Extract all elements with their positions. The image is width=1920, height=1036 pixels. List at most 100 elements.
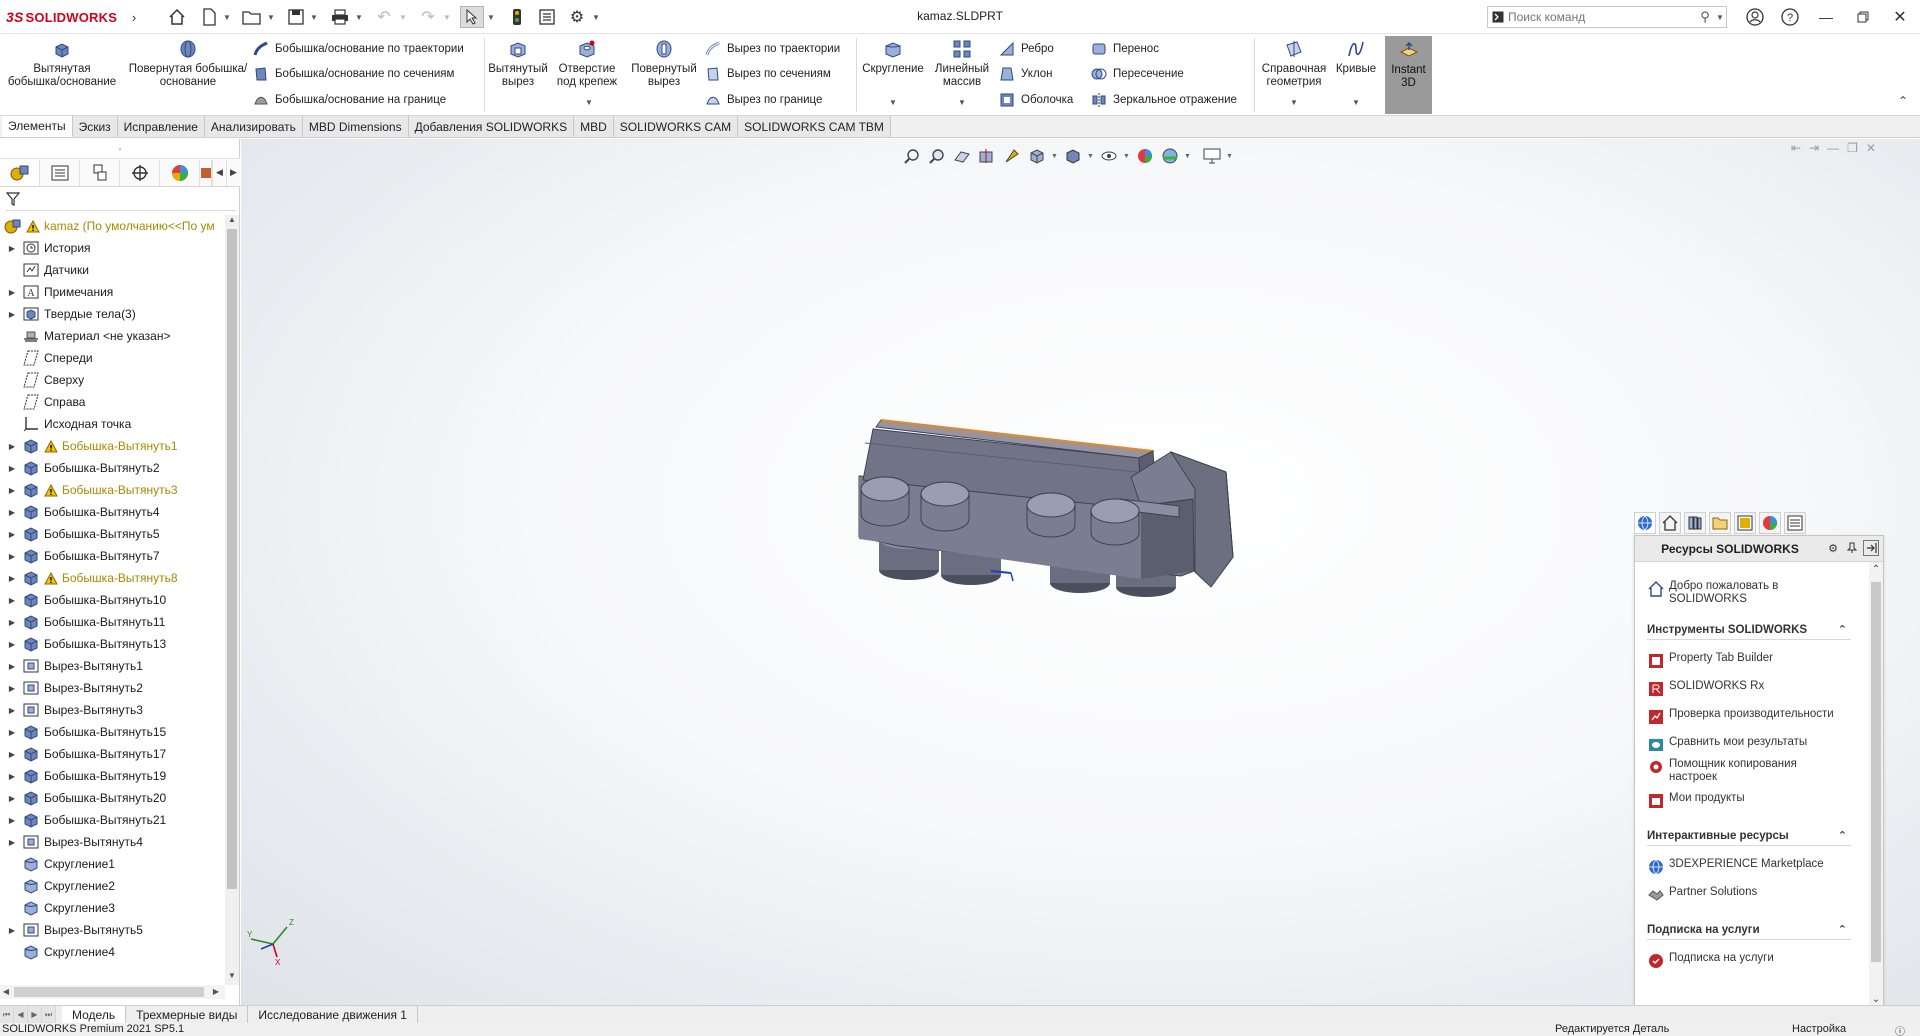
expand-arrow-icon[interactable]: ▶ [6, 794, 18, 803]
tool-link-solidworks-rx[interactable]: SOLIDWORKS Rx [1647, 680, 1764, 698]
task-pane-options-gear-icon[interactable]: ⚙ [1825, 540, 1841, 556]
filter-funnel-icon[interactable] [5, 192, 21, 209]
welcome-link[interactable]: Добро пожаловать в SOLIDWORKS [1647, 580, 1819, 606]
command-search-box[interactable]: ⚲ ▼ [1487, 6, 1727, 28]
tree-item[interactable]: ▶ Бобышка-Вытянуть20 [0, 787, 225, 809]
tree-item[interactable]: ▶ Бобышка-Вытянуть19 [0, 765, 225, 787]
expand-arrow-icon[interactable]: ▶ [6, 288, 18, 297]
undo-icon[interactable]: ↶ [372, 6, 396, 28]
view-settings-dropdown-arrow-icon[interactable]: ▼ [1226, 153, 1234, 160]
property-manager-tab-icon[interactable] [40, 159, 80, 186]
view-settings-monitor-icon[interactable] [1201, 145, 1223, 167]
edit-appearance-icon[interactable] [1134, 145, 1156, 167]
fillet-dropdown-arrow-icon[interactable]: ▼ [889, 98, 897, 107]
tree-item[interactable]: ▶ Вырез-Вытянуть5 [0, 919, 225, 941]
cam-tab-icon[interactable] [200, 159, 212, 186]
tab-repair[interactable]: Исправление [117, 116, 205, 137]
tree-item[interactable]: ▶ Бобышка-Вытянуть17 [0, 743, 225, 765]
command-search-input[interactable] [1508, 8, 1696, 26]
redo-dropdown-arrow-icon[interactable]: ▼ [442, 6, 452, 28]
expand-arrow-icon[interactable]: ▶ [6, 574, 18, 583]
tabs-next-arrow-icon[interactable]: ▶ [28, 1006, 42, 1023]
open-dropdown-arrow-icon[interactable]: ▼ [266, 6, 276, 28]
tree-item[interactable]: Датчики [0, 259, 225, 281]
tree-item[interactable]: Скругление2 [0, 875, 225, 897]
feature-manager-tab-icon[interactable] [0, 159, 40, 186]
expand-arrow-icon[interactable]: ▶ [6, 728, 18, 737]
tree-item[interactable]: ▶ Бобышка-Вытянуть10 [0, 589, 225, 611]
collapse-ribbon-chevron-icon[interactable]: ⌃ [1898, 94, 1908, 108]
appearances-tab-icon[interactable] [1759, 512, 1781, 534]
hole-wizard-dropdown-arrow-icon[interactable]: ▼ [585, 98, 593, 107]
tree-item[interactable]: ▶ Бобышка-Вытянуть2 [0, 457, 225, 479]
custom-properties-tab-icon[interactable] [1784, 512, 1806, 534]
hole-wizard-button[interactable]: Отверстие под крепеж [552, 38, 622, 89]
apply-scene-icon[interactable] [1159, 145, 1181, 167]
dimxpert-manager-tab-icon[interactable] [120, 159, 160, 186]
mirror-button[interactable]: Зеркальное отражение [1090, 90, 1237, 110]
tab-model[interactable]: Модель [62, 1006, 127, 1023]
collapse-chevron-icon[interactable]: ⌃ [1838, 623, 1847, 636]
task-pane-pin-icon[interactable] [1844, 540, 1860, 556]
kamaz-3d-model[interactable] [801, 339, 1281, 759]
task-pane-scrollbar[interactable]: ⌃ ⌄ [1869, 562, 1883, 1012]
redo-icon[interactable]: ↷ [416, 6, 440, 28]
scroll-left-arrow-icon[interactable]: ◀ [0, 985, 12, 999]
tree-filter[interactable] [5, 191, 236, 211]
task-pane-collapse-icon[interactable] [1863, 540, 1879, 556]
curves-button[interactable]: Кривые [1334, 38, 1378, 76]
tree-item[interactable]: Материал <не указан> [0, 325, 225, 347]
expand-arrow-icon[interactable]: ▶ [6, 442, 18, 451]
print-icon[interactable] [328, 6, 352, 28]
tab-evaluate[interactable]: Анализировать [204, 116, 303, 137]
user-account-icon[interactable] [1743, 6, 1767, 28]
tab-solidworks-cam[interactable]: SOLIDWORKS CAM [613, 116, 739, 137]
draft-button[interactable]: Уклон [998, 64, 1053, 84]
scroll-up-chevron-icon[interactable]: ⌃ [1869, 564, 1883, 578]
tree-item[interactable]: ▶ Бобышка-Вытянуть3 [0, 479, 225, 501]
tab-solidworks-cam-tbm[interactable]: SOLIDWORKS CAM TBM [738, 116, 891, 137]
interactive-link-marketplace[interactable]: 3DEXPERIENCE Marketplace [1647, 858, 1824, 876]
boundary-cut-button[interactable]: Вырез по границе [704, 90, 822, 110]
tree-item[interactable]: ▶ Бобышка-Вытянуть7 [0, 545, 225, 567]
tree-item[interactable]: Спереди [0, 347, 225, 369]
extruded-boss-button[interactable]: Вытянутая бобышка/основание [6, 38, 118, 89]
tree-item[interactable]: ▶ История [0, 237, 225, 259]
view-orientation-icon[interactable] [1026, 145, 1048, 167]
tab-motion-study[interactable]: Исследование движения 1 [248, 1006, 418, 1023]
tool-link-property-tab-builder[interactable]: Property Tab Builder [1647, 652, 1773, 670]
expand-arrow-icon[interactable]: ▶ [6, 464, 18, 473]
new-document-icon[interactable] [198, 6, 220, 28]
panel-tabs-right-arrow-icon[interactable]: ▶ [226, 159, 240, 186]
viewport-next-icon[interactable]: ⇥ [1809, 141, 1819, 155]
linear-pattern-dropdown-arrow-icon[interactable]: ▼ [958, 98, 966, 107]
menu-expand-arrow-icon[interactable]: › [128, 6, 140, 28]
search-dropdown-arrow-icon[interactable]: ▼ [1714, 13, 1726, 22]
scroll-up-arrow-icon[interactable]: ▲ [225, 215, 239, 227]
section-header-interactive[interactable]: Интерактивные ресурсы ⌃ [1647, 826, 1851, 846]
tree-item[interactable]: ▶ Бобышка-Вытянуть8 [0, 567, 225, 589]
scrollbar-thumb[interactable] [227, 229, 237, 889]
tree-item[interactable]: ▶ Вырез-Вытянуть4 [0, 831, 225, 853]
section-header-tools[interactable]: Инструменты SOLIDWORKS ⌃ [1647, 620, 1851, 640]
help-icon[interactable]: ? [1778, 6, 1802, 28]
tree-item[interactable]: Исходная точка [0, 413, 225, 435]
viewport-close-icon[interactable]: ✕ [1866, 141, 1876, 155]
tool-link-performance-check[interactable]: Проверка производительности [1647, 708, 1834, 726]
rib-button[interactable]: Ребро [998, 39, 1054, 59]
expand-arrow-icon[interactable]: ▶ [6, 750, 18, 759]
open-folder-icon[interactable] [240, 6, 264, 28]
expand-arrow-icon[interactable]: ▶ [6, 662, 18, 671]
expand-arrow-icon[interactable]: ▶ [6, 816, 18, 825]
intersect-button[interactable]: Пересечение [1090, 64, 1184, 84]
tree-item[interactable]: Справа [0, 391, 225, 413]
hide-show-items-icon[interactable] [1098, 145, 1120, 167]
tree-item[interactable]: ▶ Бобышка-Вытянуть21 [0, 809, 225, 831]
lofted-boss-button[interactable]: Бобышка/основание по сечениям [252, 64, 454, 84]
panel-tabs-left-arrow-icon[interactable]: ◀ [212, 159, 226, 186]
save-dropdown-arrow-icon[interactable]: ▼ [309, 6, 319, 28]
expand-arrow-icon[interactable]: ▶ [6, 310, 18, 319]
tree-item[interactable]: Скругление1 [0, 853, 225, 875]
interactive-link-partner-solutions[interactable]: Partner Solutions [1647, 886, 1757, 904]
tree-item[interactable]: ▶ Вырез-Вытянуть3 [0, 699, 225, 721]
